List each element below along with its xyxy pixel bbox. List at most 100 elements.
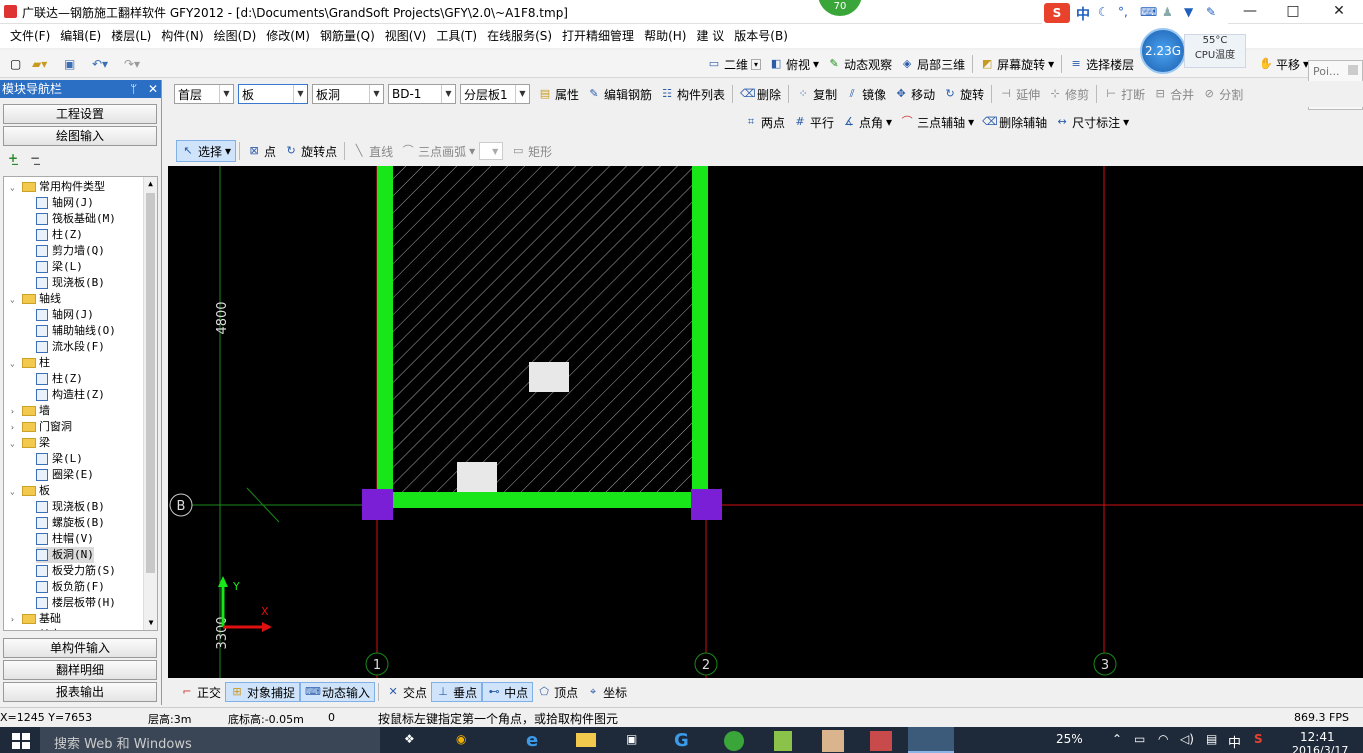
- slab-hole-1[interactable]: [529, 362, 569, 392]
- tree-item[interactable]: 螺旋板(B): [36, 515, 105, 531]
- tray-chevron-icon[interactable]: ⌃: [1112, 732, 1122, 746]
- point-angle-aux-button[interactable]: ∡ 点角 ▾: [838, 110, 896, 134]
- slab-hatch[interactable]: [393, 166, 693, 492]
- taskbar-search[interactable]: 搜索 Web 和 Windows: [40, 727, 380, 753]
- three-point-aux-button[interactable]: ⌒ 三点辅轴 ▾: [896, 110, 978, 134]
- beam-bottom[interactable]: [377, 492, 708, 508]
- object-snap-toggle[interactable]: ⊞ 对象捕捉: [225, 682, 301, 702]
- tree-item[interactable]: 现浇板(B): [36, 275, 105, 291]
- select-button[interactable]: ↖ 选择 ▾: [176, 140, 237, 162]
- trim-button[interactable]: ⊹ 修剪: [1044, 82, 1093, 106]
- split-button[interactable]: ⊘ 分割: [1198, 82, 1247, 106]
- tree-item[interactable]: 圈梁(E): [36, 467, 94, 483]
- line-button[interactable]: ╲ 直线: [348, 139, 397, 163]
- wifi-icon[interactable]: ◠: [1158, 732, 1168, 746]
- undo-icon[interactable]: ↶▾: [88, 52, 112, 76]
- tree-item[interactable]: 柱(Z): [36, 371, 83, 387]
- rotate-button[interactable]: ↻ 旋转: [939, 82, 988, 106]
- tree-folder[interactable]: ⌄ 板: [10, 483, 50, 499]
- open-file-icon[interactable]: ▰▾: [28, 52, 51, 76]
- property-button[interactable]: ▤ 属性: [534, 82, 583, 106]
- menu-item[interactable]: 版本号(B): [729, 24, 793, 48]
- taskbar-app-icon[interactable]: ◉: [456, 732, 466, 746]
- collapse-all-icon[interactable]: −̲: [30, 151, 40, 165]
- menu-item[interactable]: 钢筋量(Q): [315, 24, 380, 48]
- break-button[interactable]: ⊢ 打断: [1100, 82, 1149, 106]
- project-settings-button[interactable]: 工程设置: [3, 104, 157, 124]
- select-floor-button[interactable]: ≡ 选择楼层: [1065, 52, 1138, 76]
- expanded-arrow-icon[interactable]: ⌄: [10, 484, 19, 500]
- menu-item[interactable]: 建 议: [691, 24, 729, 48]
- tree-item[interactable]: 板受力筋(S): [36, 563, 116, 579]
- menu-item[interactable]: 视图(V): [380, 24, 432, 48]
- taskbar-avatar-icon[interactable]: [822, 730, 844, 752]
- sogou-tray-icon[interactable]: S: [1254, 732, 1263, 746]
- local-3d-button[interactable]: ◈ 局部三维: [896, 52, 969, 76]
- copy-button[interactable]: ⁘ 复制: [792, 82, 841, 106]
- coordinate-snap[interactable]: ⌖ 坐标: [582, 680, 631, 704]
- vertex-snap[interactable]: ⬠ 顶点: [533, 680, 582, 704]
- detail-button[interactable]: 翻样明细: [3, 660, 157, 680]
- keyboard-icon[interactable]: ⌨: [1140, 5, 1157, 19]
- taskbar-gfy-active-icon[interactable]: [908, 727, 954, 753]
- moon-icon[interactable]: ☾: [1098, 5, 1109, 19]
- move-button[interactable]: ✥ 移动: [890, 82, 939, 106]
- tree-item[interactable]: 柱(Z): [36, 227, 83, 243]
- task-view-icon[interactable]: ❖: [404, 732, 415, 746]
- tree-folder[interactable]: ⌄ 柱: [10, 355, 50, 371]
- tree-item[interactable]: 现浇板(B): [36, 499, 105, 515]
- report-output-button[interactable]: 报表输出: [3, 682, 157, 702]
- minimize-button[interactable]: —: [1227, 0, 1273, 24]
- midpoint-snap[interactable]: ⊷ 中点: [482, 682, 534, 702]
- taskbar-map-icon[interactable]: [870, 731, 892, 751]
- tree-folder[interactable]: › 墙: [10, 403, 50, 419]
- menu-item[interactable]: 楼层(L): [106, 24, 156, 48]
- menu-item[interactable]: 构件(N): [156, 24, 208, 48]
- rotate-screen-button[interactable]: ◩ 屏幕旋转 ▾: [976, 52, 1058, 76]
- new-file-icon[interactable]: ▢: [6, 52, 25, 76]
- wrench-icon[interactable]: ✎: [1206, 5, 1216, 19]
- tree-folder[interactable]: ⌄ 常用构件类型: [10, 179, 105, 195]
- scroll-up-icon[interactable]: ▲: [144, 177, 157, 191]
- expanded-arrow-icon[interactable]: ⌄: [10, 436, 19, 452]
- tree-folder[interactable]: › 门窗洞: [10, 419, 72, 435]
- two-point-aux-button[interactable]: ⌗ 两点: [740, 110, 789, 134]
- taskbar-ime[interactable]: 中: [1228, 732, 1241, 751]
- cpu-widget[interactable]: 2.23G 55°C CPU温度: [1140, 28, 1250, 74]
- tree-item[interactable]: 构造柱(Z): [36, 387, 105, 403]
- point-button[interactable]: ⊠ 点: [243, 139, 280, 163]
- extend-button[interactable]: ⊣ 延伸: [995, 82, 1044, 106]
- mirror-button[interactable]: ⫽ 镜像: [841, 82, 890, 106]
- menu-item[interactable]: 工具(T): [431, 24, 482, 48]
- tree-folder[interactable]: ⌄ 梁: [10, 435, 50, 451]
- windows-start-icon[interactable]: [12, 733, 30, 749]
- beam-left[interactable]: [377, 166, 393, 508]
- edit-rebar-button[interactable]: ✎ 编辑钢筋: [583, 82, 656, 106]
- top-view-button[interactable]: ◧ 俯视 ▾: [765, 52, 823, 76]
- store-icon[interactable]: ▣: [626, 732, 637, 746]
- type-select[interactable]: 板洞 ▼: [312, 84, 384, 104]
- volume-icon[interactable]: ◁): [1180, 732, 1194, 746]
- dimension-button[interactable]: ↔ 尺寸标注 ▾: [1051, 110, 1133, 134]
- column-1B[interactable]: [362, 489, 393, 520]
- file-explorer-icon[interactable]: [576, 733, 596, 747]
- tree-folder[interactable]: › 基础: [10, 611, 61, 627]
- panel-close-icon[interactable]: ✕: [148, 80, 158, 98]
- parallel-aux-button[interactable]: # 平行: [789, 110, 838, 134]
- menu-item[interactable]: 帮助(H): [639, 24, 691, 48]
- clock-date[interactable]: 2016/3/17: [1292, 744, 1348, 753]
- tree-item[interactable]: 板洞(N): [36, 547, 94, 563]
- menu-item[interactable]: 修改(M): [261, 24, 315, 48]
- save-icon[interactable]: ▣: [60, 52, 79, 76]
- dynamic-view-button[interactable]: ✎ 动态观察: [823, 52, 896, 76]
- collapsed-arrow-icon[interactable]: ›: [10, 628, 19, 630]
- single-component-input-button[interactable]: 单构件输入: [3, 638, 157, 658]
- maximize-button[interactable]: □: [1270, 0, 1316, 24]
- tree-item[interactable]: 梁(L): [36, 451, 83, 467]
- menu-item[interactable]: 编辑(E): [55, 24, 106, 48]
- expanded-arrow-icon[interactable]: ⌄: [10, 180, 19, 196]
- view-2d-button[interactable]: ▭ 二维 ▾: [703, 52, 765, 76]
- menu-item[interactable]: 绘图(D): [209, 24, 262, 48]
- pin-icon[interactable]: ᛘ: [130, 80, 137, 98]
- rotate-point-button[interactable]: ↻ 旋转点: [280, 139, 341, 163]
